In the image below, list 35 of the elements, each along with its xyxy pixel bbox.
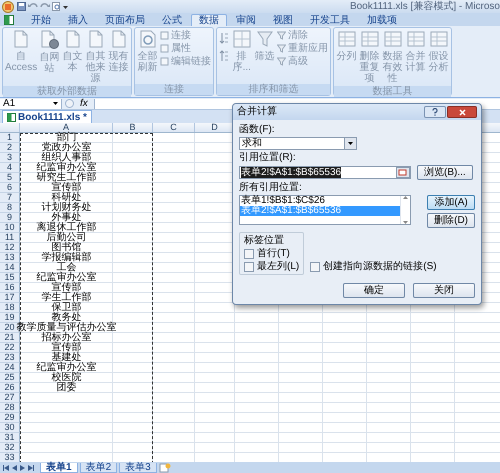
table-cell: 学报编辑部 xyxy=(42,253,92,263)
group-label: 数据工具 xyxy=(334,86,452,97)
table-cell: 离退休工作部 xyxy=(36,223,96,233)
table-cell: 教务处 xyxy=(52,313,82,323)
all-references-label: 所有引用位置: xyxy=(239,182,303,193)
table-cell: 研究生工作部 xyxy=(36,173,96,183)
table-cell: 宣传部 xyxy=(52,183,82,193)
window-title: Book1111.xls [兼容模式] - Microso xyxy=(350,0,500,13)
table-cell: 学生工作部 xyxy=(42,293,92,303)
table-cell: 科研处 xyxy=(52,193,82,203)
table-cell: 保卫部 xyxy=(52,303,82,313)
table-cell: 宣传部 xyxy=(52,283,82,293)
table-cell: 图书馆 xyxy=(52,243,82,253)
table-cell: 工会 xyxy=(56,263,76,273)
group-title: 标签位置 xyxy=(244,235,285,246)
table-cell: 团委 xyxy=(56,383,76,393)
group-label: 获取外部数据 xyxy=(3,86,132,97)
table-cell: 外事处 xyxy=(52,213,82,223)
group-label: 连接 xyxy=(135,84,214,95)
table-cell: 宣传部 xyxy=(52,343,82,353)
group-label: 排序和筛选 xyxy=(217,84,330,95)
table-cell: 后勤公司 xyxy=(46,233,86,243)
table-cell: 组织人事部 xyxy=(42,153,92,163)
table-cell: 党政办公室 xyxy=(42,143,92,153)
table-cell: 校医院 xyxy=(52,373,82,383)
dialog-title: 合并计算 xyxy=(237,106,278,118)
function-label: 函数(F): xyxy=(239,124,276,135)
table-cell: 纪监审办公室 xyxy=(36,363,96,373)
reference-label: 引用位置(R): xyxy=(239,152,297,163)
table-cell: 计划财务处 xyxy=(42,203,92,213)
workbook-name: Book1111.xls * xyxy=(18,112,87,122)
table-cell: 基建处 xyxy=(52,353,82,363)
table-cell: 纪监审办公室 xyxy=(36,163,96,173)
table-cell: 纪监审办公室 xyxy=(36,273,96,283)
table-cell: 招标办公室 xyxy=(42,333,92,343)
